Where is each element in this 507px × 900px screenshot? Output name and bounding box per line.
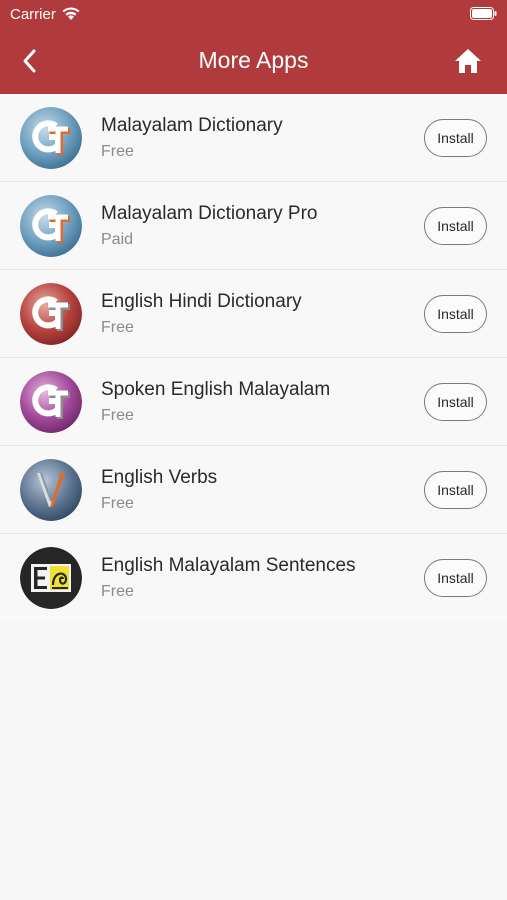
app-row: Malayalam Dictionary Free Install	[0, 94, 507, 182]
install-button[interactable]: Install	[424, 471, 487, 509]
app-price: Free	[101, 319, 134, 336]
app-row: Malayalam Dictionary Pro Paid Install	[0, 182, 507, 270]
app-row: English Verbs Free Install	[0, 446, 507, 534]
app-row: English Hindi Dictionary Free Install	[0, 270, 507, 358]
install-button[interactable]: Install	[424, 207, 487, 245]
app-name: English Verbs	[101, 467, 218, 488]
gt-red-icon	[20, 283, 82, 345]
app-name: English Malayalam Sentences	[101, 555, 356, 576]
nav-bar: More Apps	[0, 30, 507, 94]
install-button[interactable]: Install	[424, 383, 487, 421]
app-row: English Malayalam Sentences Free Install	[0, 534, 507, 622]
install-button[interactable]: Install	[424, 119, 487, 157]
page-title: More Apps	[198, 47, 309, 73]
home-button[interactable]	[453, 46, 483, 76]
app-name: English Hindi Dictionary	[101, 291, 302, 312]
status-bar: Carrier	[0, 0, 507, 30]
battery-icon	[470, 7, 497, 20]
app-name: Spoken English Malayalam	[101, 379, 331, 400]
app-price: Paid	[101, 231, 134, 248]
gt-purple-icon	[20, 371, 82, 433]
app-price: Free	[101, 143, 134, 160]
wifi-icon	[62, 7, 80, 20]
app-price: Free	[101, 583, 134, 600]
install-button[interactable]: Install	[424, 295, 487, 333]
app-row: Spoken English Malayalam Free Install	[0, 358, 507, 446]
app-price: Free	[101, 407, 134, 424]
gt-blue-icon	[20, 195, 82, 257]
install-button[interactable]: Install	[424, 559, 487, 597]
gt-blue-icon	[20, 107, 82, 169]
e-malayalam-icon	[20, 547, 82, 609]
carrier-label: Carrier	[10, 6, 56, 23]
home-icon	[455, 49, 481, 73]
app-list: Malayalam Dictionary Free Install Malaya…	[0, 94, 507, 622]
app-header: Carrier More Apps	[0, 0, 507, 94]
app-name: Malayalam Dictionary	[101, 115, 283, 136]
app-name: Malayalam Dictionary Pro	[101, 203, 318, 224]
app-price: Free	[101, 495, 134, 512]
v-pen-icon	[20, 459, 82, 521]
